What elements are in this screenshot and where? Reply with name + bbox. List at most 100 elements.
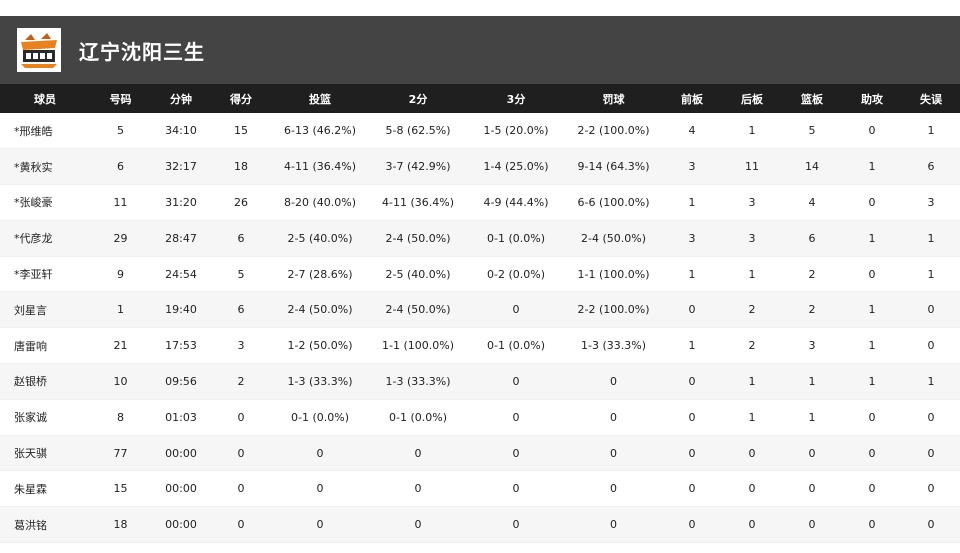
stat-cell: 15	[113, 482, 128, 496]
stat-cell: 6	[237, 231, 245, 245]
stat-cell: 0	[927, 518, 935, 532]
stat-cell: 1-2 (50.0%)	[287, 339, 353, 353]
stat-cell: 0	[610, 482, 617, 496]
stat-cell: 3-7 (42.9%)	[385, 160, 451, 174]
stat-cell: 0	[748, 518, 756, 532]
table-row: 葛洪铭 18 00:00 0 0 0 0 0 0 0 0 0 0	[0, 506, 960, 543]
stat-cell: 29	[113, 231, 128, 245]
stat-cell: 0	[237, 482, 245, 496]
stat-cell: 1-4 (25.0%)	[483, 160, 549, 174]
stat-cell: 0	[688, 303, 696, 317]
column-header: 后板	[741, 92, 763, 106]
column-header: 罚球	[602, 92, 625, 106]
stat-cell: 1-5 (20.0%)	[483, 124, 549, 138]
stat-cell: 0-1 (0.0%)	[291, 410, 349, 424]
stat-cell: 0	[414, 518, 422, 532]
stat-cell: 4	[808, 195, 816, 209]
stat-cell: 1	[688, 195, 696, 209]
player-name: *黄秋实	[14, 160, 53, 174]
stat-cell: 0	[927, 303, 935, 317]
stat-cell: 28:47	[165, 231, 197, 245]
stat-cell: 3	[808, 339, 816, 353]
stat-cell: 32:17	[165, 160, 197, 174]
stat-cell: 2	[808, 303, 816, 317]
stat-cell: 2-2 (100.0%)	[577, 303, 650, 317]
column-header: 球员	[34, 92, 56, 106]
player-name: 张家诚	[14, 411, 47, 425]
stat-cell: 0-2 (0.0%)	[487, 267, 545, 281]
team-name: 辽宁沈阳三生	[79, 39, 205, 64]
stat-cell: 1	[748, 410, 756, 424]
stat-cell: 3	[688, 231, 696, 245]
table-row: *李亚轩 9 24:54 5 2-7 (28.6%) 2-5 (40.0%) 0-2 (0.…	[0, 256, 960, 292]
stat-cell: 0	[688, 374, 696, 388]
box-score-panel: 辽宁沈阳三生 球员 号码 分钟 得分 投篮 2分 3分 罚球 前板 后板 篮板 助攻 失误 *邢维皓 5 3…	[0, 16, 960, 543]
stat-cell: 14	[805, 160, 819, 174]
stat-cell: 4-11 (36.4%)	[284, 160, 356, 174]
stat-cell: 0-1 (0.0%)	[487, 339, 545, 353]
table-row: 赵银桥 10 09:56 2 1-3 (33.3%) 1-3 (33.3%) 0 0 0 1 1 1 1	[0, 363, 960, 400]
stat-cell: 0	[808, 446, 816, 460]
stat-cell: 0	[512, 482, 520, 496]
stat-cell: 1	[688, 339, 696, 353]
player-stats-table: 球员 号码 分钟 得分 投篮 2分 3分 罚球 前板 后板 篮板 助攻 失误 *邢维皓 5 34:10 15 6…	[0, 84, 960, 543]
stat-cell: 2-4 (50.0%)	[385, 303, 451, 317]
table-row: 张家诚 8 01:03 0 0-1 (0.0%) 0-1 (0.0%) 0 0 0 1 1 0 0	[0, 399, 960, 436]
stat-cell: 1-1 (100.0%)	[577, 267, 650, 281]
stat-cell: 2-4 (50.0%)	[581, 231, 646, 245]
player-name: 唐雷响	[14, 339, 47, 353]
stat-cell: 5	[117, 124, 124, 138]
stat-cell: 3	[748, 195, 756, 209]
column-header: 号码	[109, 92, 132, 106]
stat-cell: 5	[237, 267, 245, 281]
stat-cell: 0	[610, 518, 617, 532]
column-header: 得分	[230, 92, 252, 106]
stat-cell: 0-1 (0.0%)	[487, 231, 545, 245]
table-row: *黄秋实 6 32:17 18 4-11 (36.4%) 3-7 (42.9%) 1-4 (…	[0, 148, 960, 185]
stat-cell: 24:54	[165, 267, 197, 281]
stat-cell: 0	[316, 482, 324, 496]
stat-cell: 1	[748, 374, 756, 388]
stat-cell: 34:10	[165, 124, 197, 138]
table-row: *邢维皓 5 34:10 15 6-13 (46.2%) 5-8 (62.5%) 1-5 (…	[0, 113, 960, 149]
player-name: *代彦龙	[14, 232, 53, 246]
table-header-row: 球员 号码 分钟 得分 投篮 2分 3分 罚球 前板 后板 篮板 助攻 失误	[0, 84, 960, 113]
column-header: 篮板	[801, 92, 823, 106]
stat-cell: 1	[808, 374, 816, 388]
stat-cell: 01:03	[165, 410, 197, 424]
stat-cell: 26	[234, 195, 248, 209]
column-header: 分钟	[170, 92, 192, 106]
stat-cell: 1-1 (100.0%)	[382, 339, 454, 353]
column-header: 投篮	[309, 92, 331, 106]
stat-cell: 6-13 (46.2%)	[284, 124, 356, 138]
stat-cell: 0	[868, 446, 876, 460]
player-name: *李亚轩	[14, 268, 53, 282]
stat-cell: 4-9 (44.4%)	[483, 195, 549, 209]
stat-cell: 0	[610, 410, 617, 424]
stat-cell: 6	[927, 160, 935, 174]
player-name: 刘星言	[14, 303, 47, 317]
stat-cell: 3	[688, 160, 696, 174]
column-header: 助攻	[861, 92, 883, 106]
stat-cell: 0	[512, 518, 520, 532]
stat-cell: 3	[748, 231, 756, 245]
stat-cell: 0	[512, 374, 520, 388]
stat-cell: 1-3 (33.3%)	[287, 374, 353, 388]
table-row: 刘星言 1 19:40 6 2-4 (50.0%) 2-4 (50.0%) 0 2-2 (10…	[0, 291, 960, 328]
stat-cell: 0	[927, 339, 935, 353]
player-name: 朱星霖	[14, 482, 47, 496]
stat-cell: 1	[868, 303, 876, 317]
stat-cell: 0	[512, 446, 520, 460]
column-header: 前板	[681, 92, 703, 106]
table-row: 张天骐 77 00:00 0 0 0 0 0 0 0 0 0 0	[0, 435, 960, 471]
stat-cell: 2	[748, 303, 756, 317]
stat-cell: 2-5 (40.0%)	[385, 267, 451, 281]
stat-cell: 0	[808, 482, 816, 496]
stat-cell: 1	[748, 124, 756, 138]
stat-cell: 4	[688, 124, 696, 138]
stat-cell: 1	[868, 160, 876, 174]
stat-cell: 1	[688, 267, 696, 281]
stat-cell: 00:00	[165, 446, 197, 460]
stat-cell: 0	[316, 446, 324, 460]
stat-cell: 18	[113, 518, 128, 532]
